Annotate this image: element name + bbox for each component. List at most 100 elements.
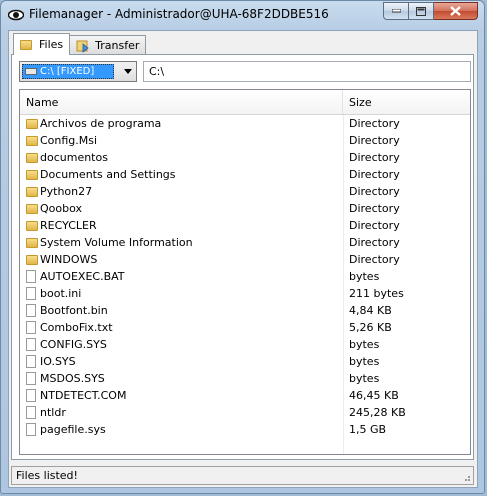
item-name: System Volume Information: [40, 236, 193, 249]
list-item[interactable]: RECYCLER Directory: [20, 217, 470, 234]
list-item[interactable]: AUTOEXEC.BAT bytes: [20, 268, 470, 285]
tab-files-label: Files: [39, 38, 64, 51]
item-size: Directory: [349, 253, 400, 266]
list-item[interactable]: documentos Directory: [20, 149, 470, 166]
item-size: 4,84 KB: [349, 304, 392, 317]
list-item[interactable]: boot.ini 211 bytes: [20, 285, 470, 302]
item-size: bytes: [349, 372, 380, 385]
list-item[interactable]: NTDETECT.COM 46,45 KB: [20, 387, 470, 404]
item-size: 211 bytes: [349, 287, 404, 300]
chevron-down-icon: [124, 69, 132, 74]
maximize-button[interactable]: [409, 2, 434, 20]
list-item[interactable]: pagefile.sys 1,5 GB: [20, 421, 470, 438]
tab-strip: Files Transfer: [13, 33, 147, 55]
item-size: 1,5 GB: [349, 423, 387, 436]
close-button[interactable]: [434, 2, 478, 20]
item-name: pagefile.sys: [40, 423, 106, 436]
column-header-size[interactable]: Size: [343, 90, 470, 114]
item-size: Directory: [349, 202, 400, 215]
list-item[interactable]: Python27 Directory: [20, 183, 470, 200]
item-size: Directory: [349, 117, 400, 130]
folder-icon: [26, 135, 38, 146]
item-name: RECYCLER: [40, 219, 97, 232]
item-name: IO.SYS: [40, 355, 76, 368]
item-name-cell: Bootfont.bin: [20, 304, 343, 317]
item-name-cell: pagefile.sys: [20, 423, 343, 436]
folder-icon: [26, 186, 38, 197]
folder-icon: [26, 237, 38, 248]
list-item[interactable]: Bootfont.bin 4,84 KB: [20, 302, 470, 319]
list-item[interactable]: Qoobox Directory: [20, 200, 470, 217]
item-name: ComboFix.txt: [40, 321, 113, 334]
folder-icon: [26, 152, 38, 163]
caption-buttons: [383, 2, 478, 21]
item-size: 5,26 KB: [349, 321, 392, 334]
list-item[interactable]: MSDOS.SYS bytes: [20, 370, 470, 387]
client-area: Files Transfer C:\ [FIXED] C:\ Name Size…: [8, 30, 478, 488]
column-header-name[interactable]: Name: [20, 90, 343, 114]
file-icon: [26, 406, 36, 419]
file-icon: [26, 355, 36, 368]
file-icon: [26, 389, 36, 402]
folder-icon: [26, 203, 38, 214]
list-item[interactable]: Documents and Settings Directory: [20, 166, 470, 183]
item-name: AUTOEXEC.BAT: [40, 270, 125, 283]
item-size: Directory: [349, 185, 400, 198]
title-bar[interactable]: Filemanager - Administrador@UHA-68F2DDBE…: [1, 1, 484, 29]
drive-selected-label: C:\ [FIXED]: [40, 66, 95, 77]
list-item[interactable]: CONFIG.SYS bytes: [20, 336, 470, 353]
tab-files[interactable]: Files: [13, 33, 71, 55]
item-size: Directory: [349, 236, 400, 249]
item-name: Qoobox: [40, 202, 83, 215]
close-icon: [450, 6, 461, 16]
item-size: bytes: [349, 355, 380, 368]
list-body: Archivos de programa Directory Config.Msi D…: [20, 115, 470, 454]
item-name-cell: Qoobox: [20, 202, 343, 215]
file-icon: [26, 270, 36, 283]
eye-icon: [8, 9, 24, 21]
drive-dropdown[interactable]: C:\ [FIXED]: [19, 61, 137, 82]
item-name-cell: Archivos de programa: [20, 117, 343, 130]
item-size: 46,45 KB: [349, 389, 399, 402]
item-name-cell: AUTOEXEC.BAT: [20, 270, 343, 283]
tab-transfer[interactable]: Transfer: [69, 35, 147, 55]
window-title: Filemanager - Administrador@UHA-68F2DDBE…: [29, 7, 329, 21]
tab-transfer-label: Transfer: [95, 39, 140, 52]
item-name: CONFIG.SYS: [40, 338, 107, 351]
list-item[interactable]: IO.SYS bytes: [20, 353, 470, 370]
list-item[interactable]: ComboFix.txt 5,26 KB: [20, 319, 470, 336]
item-size: Directory: [349, 134, 400, 147]
item-size: bytes: [349, 270, 380, 283]
hard-drive-icon: [25, 68, 37, 75]
item-name-cell: System Volume Information: [20, 236, 343, 249]
drive-selected: C:\ [FIXED]: [22, 64, 114, 79]
item-name-cell: boot.ini: [20, 287, 343, 300]
item-name: MSDOS.SYS: [40, 372, 105, 385]
item-name-cell: RECYCLER: [20, 219, 343, 232]
item-size: Directory: [349, 151, 400, 164]
item-size: Directory: [349, 168, 400, 181]
list-header: Name Size: [20, 90, 470, 115]
status-bar: Files listed!: [11, 466, 474, 485]
minimize-icon: [391, 9, 401, 13]
item-name-cell: IO.SYS: [20, 355, 343, 368]
minimize-button[interactable]: [383, 2, 409, 20]
list-item[interactable]: Archivos de programa Directory: [20, 115, 470, 132]
file-icon: [26, 304, 36, 317]
resize-grip-icon[interactable]: [461, 472, 471, 482]
list-item[interactable]: System Volume Information Directory: [20, 234, 470, 251]
status-text: Files listed!: [16, 469, 78, 482]
item-name: boot.ini: [40, 287, 82, 300]
item-name-cell: Documents and Settings: [20, 168, 343, 181]
list-item[interactable]: Config.Msi Directory: [20, 132, 470, 149]
folder-icon: [26, 220, 38, 231]
filemanager-window: Filemanager - Administrador@UHA-68F2DDBE…: [0, 0, 485, 494]
item-size: bytes: [349, 338, 380, 351]
folder-icon: [26, 254, 38, 265]
item-size: 245,28 KB: [349, 406, 406, 419]
file-list[interactable]: Name Size Archivos de programa Directory C…: [19, 89, 471, 455]
list-item[interactable]: WINDOWS Directory: [20, 251, 470, 268]
path-input[interactable]: [143, 61, 471, 82]
list-item[interactable]: ntldr 245,28 KB: [20, 404, 470, 421]
item-name-cell: WINDOWS: [20, 253, 343, 266]
